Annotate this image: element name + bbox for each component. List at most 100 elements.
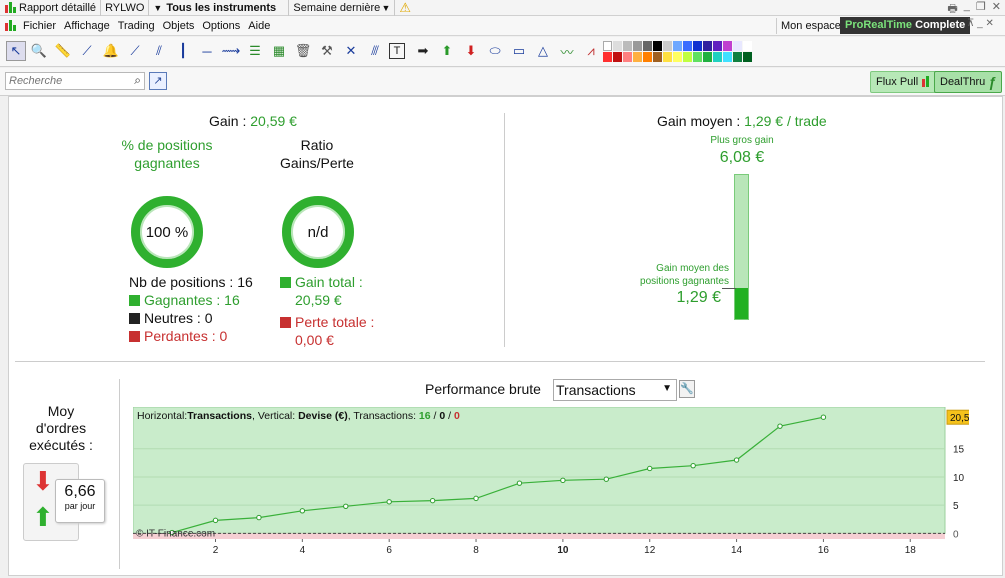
color-swatch[interactable] [643, 52, 652, 62]
color-swatch[interactable] [603, 52, 612, 62]
menu-trading[interactable]: Trading [114, 20, 159, 32]
mon-espace-button[interactable]: Mon espace [776, 18, 841, 34]
perf-title: Performance brute [425, 381, 541, 397]
report-title: Rapport détaillé [0, 0, 102, 16]
vertical-line-icon[interactable]: ┃ [173, 41, 193, 61]
color-swatch[interactable] [623, 41, 632, 51]
cross-line-icon[interactable]: ✕ [341, 41, 361, 61]
rectangle-icon[interactable]: ▭ [509, 41, 529, 61]
search-icon[interactable]: ⌕ [134, 73, 141, 88]
ratio-value: n/d [307, 223, 329, 241]
color-swatch[interactable] [703, 52, 712, 62]
color-swatch[interactable] [663, 52, 672, 62]
orders-unit: par jour [64, 501, 96, 511]
cursor-icon[interactable]: ↖ [6, 41, 26, 61]
menu-affichage[interactable]: Affichage [60, 20, 114, 32]
period-dropdown[interactable]: Semaine dernière ▼ [289, 0, 396, 16]
color-swatch[interactable] [653, 41, 662, 51]
orders-title: Moy d'ordres exécutés : [29, 403, 93, 453]
color-swatch[interactable] [713, 41, 722, 51]
color-swatch[interactable] [723, 41, 732, 51]
ellipse-icon[interactable]: ⬭ [485, 41, 505, 61]
warning-icon[interactable]: ⚠ [395, 0, 415, 16]
color-swatch[interactable] [633, 41, 642, 51]
menu-bar: Fichier Affichage Trading Objets Options… [0, 16, 1005, 36]
menu-options[interactable]: Options [198, 20, 244, 32]
parallel-lines-icon[interactable]: ⫻ [365, 41, 385, 61]
color-swatch[interactable] [733, 41, 742, 51]
totals: Gain total : 20,59 € Perte totale : 0,00… [280, 273, 374, 349]
color-swatch[interactable] [743, 41, 752, 51]
arrow-right-icon[interactable]: ➡ [413, 41, 433, 61]
color-swatch[interactable] [703, 41, 712, 51]
color-swatch[interactable] [623, 52, 632, 62]
trash-icon[interactable]: 🗑 [293, 41, 313, 61]
chart-window-icon[interactable]: ↗ [149, 72, 167, 90]
gain-header: Gain : 20,59 € [209, 113, 297, 129]
color-swatch[interactable] [653, 52, 662, 62]
color-swatch[interactable] [733, 52, 742, 62]
wave-icon[interactable]: 〰 [557, 41, 577, 61]
text-tool-icon[interactable]: T [389, 43, 405, 59]
data-point [343, 503, 349, 509]
black-square-icon [129, 313, 140, 324]
candles-icon [921, 76, 933, 88]
alert-bell-icon[interactable]: 🔔 [101, 41, 121, 61]
arrow-up-green-icon[interactable]: ⬆ [437, 41, 457, 61]
x-axis-labels: 2 4 6 8 10 12 14 16 18 [213, 545, 917, 556]
color-swatch[interactable] [743, 52, 752, 62]
gann-icon[interactable]: ▦ [269, 41, 289, 61]
line-segment-icon[interactable]: ⟋ [77, 41, 97, 61]
ruler-icon[interactable]: 📏 [53, 41, 73, 61]
perf-mode-select[interactable]: Transactions ▼ [553, 379, 677, 401]
gagnantes-row: Gagnantes : 16 [129, 291, 253, 309]
dealthru-button[interactable]: DealThru ƒ [934, 71, 1003, 93]
color-swatch[interactable] [603, 41, 612, 51]
data-point [733, 457, 740, 463]
instruments-dropdown[interactable]: ▼ Tous les instruments [149, 0, 290, 16]
x-tick-label: 12 [644, 545, 656, 556]
performance-chart: 2 4 6 8 10 12 14 16 18 5 10 15 Horizontal:Transact… [133, 407, 969, 556]
color-swatch[interactable] [633, 52, 642, 62]
menu-aide[interactable]: Aide [244, 20, 274, 32]
search-input[interactable] [6, 73, 124, 89]
pin-icon[interactable]: ⊼ _ ✕ [967, 18, 994, 29]
green-square-icon [280, 277, 291, 288]
candles-icon [4, 1, 16, 14]
color-swatch[interactable] [673, 52, 682, 62]
channel-icon[interactable]: ⫽ [149, 41, 169, 61]
color-swatch[interactable] [613, 41, 622, 51]
fan-icon[interactable]: ⟿ [221, 41, 241, 61]
color-swatch[interactable] [713, 52, 722, 62]
arrow-down-red-icon[interactable]: ⬇ [461, 41, 481, 61]
zigzag-icon[interactable]: ⩘ [581, 41, 601, 61]
color-swatch[interactable] [693, 52, 702, 62]
account-selector[interactable]: RYLWO [101, 0, 150, 16]
menu-fichier[interactable]: Fichier [19, 20, 60, 32]
color-swatch[interactable] [673, 41, 682, 51]
report-panel: Gain : 20,59 € % de positions gagnantes … [8, 96, 1003, 576]
perdantes-row: Perdantes : 0 [129, 327, 253, 345]
wrench-icon[interactable]: 🔧 [679, 380, 695, 398]
zoom-icon[interactable]: 🔍 [29, 41, 49, 61]
x-tick-label: 6 [386, 545, 392, 556]
color-swatch[interactable] [613, 52, 622, 62]
pct-winning-title: % de positions gagnantes [121, 137, 213, 171]
arrow-up-green-icon: ⬆ [32, 502, 54, 532]
triangle-icon[interactable]: △ [533, 41, 553, 61]
data-point [516, 480, 523, 486]
x-tick-label: 18 [905, 545, 917, 556]
trendline-icon[interactable]: ⟋ [125, 41, 145, 61]
color-swatch[interactable] [693, 41, 702, 51]
color-swatch[interactable] [663, 41, 672, 51]
color-swatch[interactable] [683, 41, 692, 51]
hammer-icon[interactable]: ⚒ [317, 41, 337, 61]
horizontal-line-icon[interactable]: ─ [197, 41, 217, 61]
fibonacci-icon[interactable]: ☰ [245, 41, 265, 61]
menu-objets[interactable]: Objets [159, 20, 199, 32]
color-swatch[interactable] [723, 52, 732, 62]
color-swatch[interactable] [683, 52, 692, 62]
color-swatch[interactable] [643, 41, 652, 51]
dropdown-arrow-icon: ▼ [662, 383, 672, 394]
flux-pull-button[interactable]: Flux Pull [870, 71, 943, 93]
